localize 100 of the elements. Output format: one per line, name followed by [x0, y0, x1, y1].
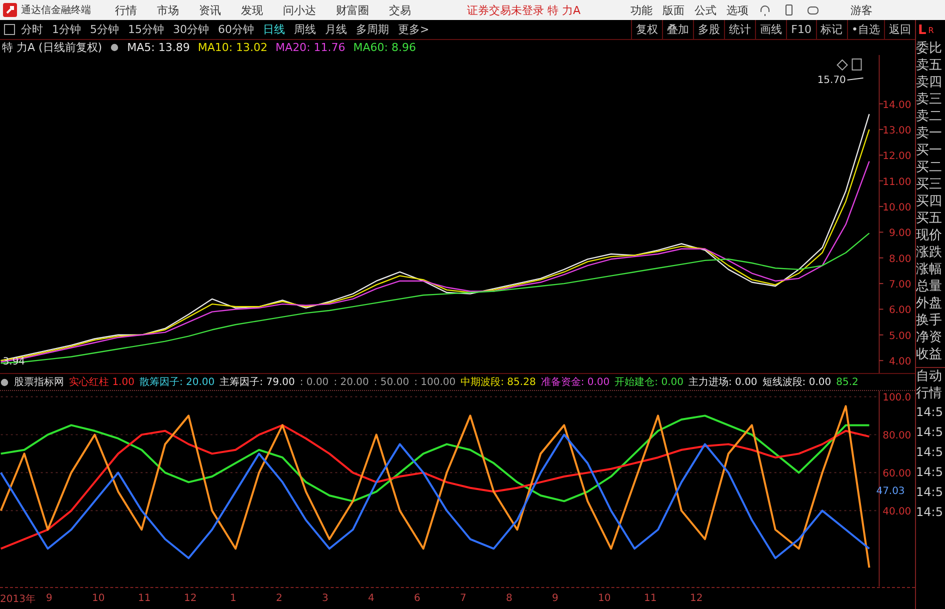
headset-icon[interactable]	[758, 4, 771, 16]
menu-item[interactable]: 资讯	[199, 2, 221, 18]
user-label[interactable]: 游客	[850, 2, 873, 18]
trade-time: 14:5	[916, 444, 944, 461]
quote-label: 卖二	[916, 108, 943, 125]
toolbar-button[interactable]: 统计	[724, 20, 756, 39]
indicator-value: : 20.00	[334, 376, 369, 388]
panel-toggle-icon[interactable]	[4, 24, 15, 35]
logo-icon	[3, 3, 17, 17]
period-tab[interactable]: 60分钟	[218, 22, 254, 37]
high-price-label: 15.70	[817, 74, 846, 86]
toolbar-button[interactable]: 多股	[693, 20, 724, 39]
toolbar-button[interactable]: 叠加	[662, 20, 694, 39]
quote-label: 买一	[916, 142, 943, 159]
period-tab[interactable]: 日线	[263, 22, 285, 37]
menu-item[interactable]: 交易	[389, 2, 411, 18]
axis-label: 11.00	[882, 176, 912, 188]
toolbar-button[interactable]: 复权	[631, 20, 662, 39]
date-label: 12	[690, 593, 703, 604]
axis-label: 14.00	[882, 100, 912, 111]
quote-label: 买四	[916, 193, 943, 210]
indicator-value: 主力进场: 0.00	[688, 376, 758, 390]
menu-item[interactable]: 选项	[726, 2, 749, 18]
menu-item[interactable]: 问小达	[283, 2, 316, 18]
period-tab[interactable]: 1分钟	[52, 22, 81, 37]
period-tab[interactable]: 分时	[21, 22, 43, 37]
message-icon[interactable]	[806, 4, 819, 16]
indicator-value: : 100.00	[414, 376, 456, 388]
quote-label: 卖一	[916, 125, 943, 142]
trade-time: 14:5	[916, 484, 944, 501]
axis-label: 80.00	[882, 431, 912, 442]
axis-label: 4.00	[888, 356, 912, 368]
date-label: 8	[506, 593, 512, 604]
toolbar-button[interactable]: F10	[786, 20, 816, 39]
date-label: 3	[322, 593, 328, 604]
toolbar-button[interactable]: 返回	[884, 20, 915, 39]
date-label: 6	[414, 593, 420, 604]
period-tab[interactable]: 周线	[294, 22, 316, 37]
axis-label: 9.00	[888, 228, 912, 240]
ma-value: MA20: 11.76	[276, 41, 346, 54]
date-label: 7	[460, 593, 466, 604]
period-tab[interactable]: 月线	[325, 22, 347, 37]
circle-icon[interactable]	[0, 378, 9, 387]
quote-label: 换手	[916, 312, 943, 329]
ma-value: MA10: 13.02	[198, 41, 268, 54]
quote-label: 卖五	[916, 57, 943, 74]
ma-value: MA5: 13.89	[127, 41, 190, 54]
indicator-value: : 0.00	[300, 376, 329, 388]
stock-title: 特 力A (日线前复权)	[2, 40, 102, 55]
menu-item[interactable]: 版面	[662, 2, 685, 18]
current-value-label: 47.03	[876, 486, 905, 498]
diamond-icon	[836, 59, 848, 71]
menu-item[interactable]: 财富圈	[336, 2, 369, 18]
menu-item[interactable]: 功能	[630, 2, 653, 18]
quote-label: 卖四	[916, 74, 943, 91]
date-label: 10	[92, 593, 105, 604]
trade-time: 14:5	[916, 404, 944, 421]
quote-label: 涨跌	[916, 244, 943, 261]
indicator-value: 85.2	[836, 376, 858, 388]
toolbar-button[interactable]: •自选	[846, 20, 884, 39]
date-label: 11	[138, 593, 151, 604]
date-label: 2013年	[0, 594, 36, 605]
quote-label: 卖三	[916, 91, 943, 108]
axis-label: 6.00	[888, 305, 912, 316]
period-tab[interactable]: 30分钟	[173, 22, 209, 37]
indicator-value: 散筹因子: 20.00	[139, 376, 215, 390]
right-mark: R	[928, 26, 934, 34]
axis-label: 5.00	[888, 330, 912, 342]
menu-item[interactable]: 市场	[157, 2, 179, 18]
period-tab[interactable]: 更多>	[398, 22, 430, 37]
login-status: 证券交易未登录 特 力A	[467, 2, 581, 18]
axis-label: 8.00	[888, 254, 912, 265]
quote-label: 买二	[916, 159, 943, 176]
date-label: 12	[184, 593, 197, 604]
circle-icon[interactable]	[110, 43, 120, 52]
side-tab[interactable]: 自动	[916, 368, 945, 385]
quote-label: 外盘	[916, 295, 943, 312]
toolbar-button[interactable]: 标记	[816, 20, 846, 39]
side-tab[interactable]: 行情	[916, 385, 945, 402]
trade-time: 14:5	[916, 424, 944, 441]
date-label: 1	[230, 593, 236, 604]
menu-item[interactable]: 发现	[241, 2, 263, 18]
toolbar-button[interactable]: 画线	[755, 20, 786, 39]
ma-value: MA60: 8.96	[353, 41, 416, 54]
trade-time: 14:5	[916, 464, 944, 481]
panel-icon	[852, 58, 862, 70]
indicator-value: 开始建仓: 0.00	[614, 376, 684, 390]
date-label: 9	[552, 593, 558, 604]
quote-label: 涨幅	[916, 261, 943, 278]
phone-icon[interactable]	[782, 4, 795, 16]
menu-item[interactable]: 公式	[694, 2, 717, 18]
period-tab[interactable]: 多周期	[356, 22, 389, 37]
axis-label: 13.00	[882, 125, 912, 136]
left-mark: L	[918, 22, 926, 38]
quote-label: 净资	[916, 329, 943, 346]
indicator-value: 实心红柱 1.00	[69, 376, 134, 390]
period-tab[interactable]: 5分钟	[90, 22, 119, 37]
period-tab[interactable]: 15分钟	[128, 22, 164, 37]
indicator-value: 中期波段: 85.28	[460, 376, 536, 390]
menu-item[interactable]: 行情	[115, 2, 137, 18]
